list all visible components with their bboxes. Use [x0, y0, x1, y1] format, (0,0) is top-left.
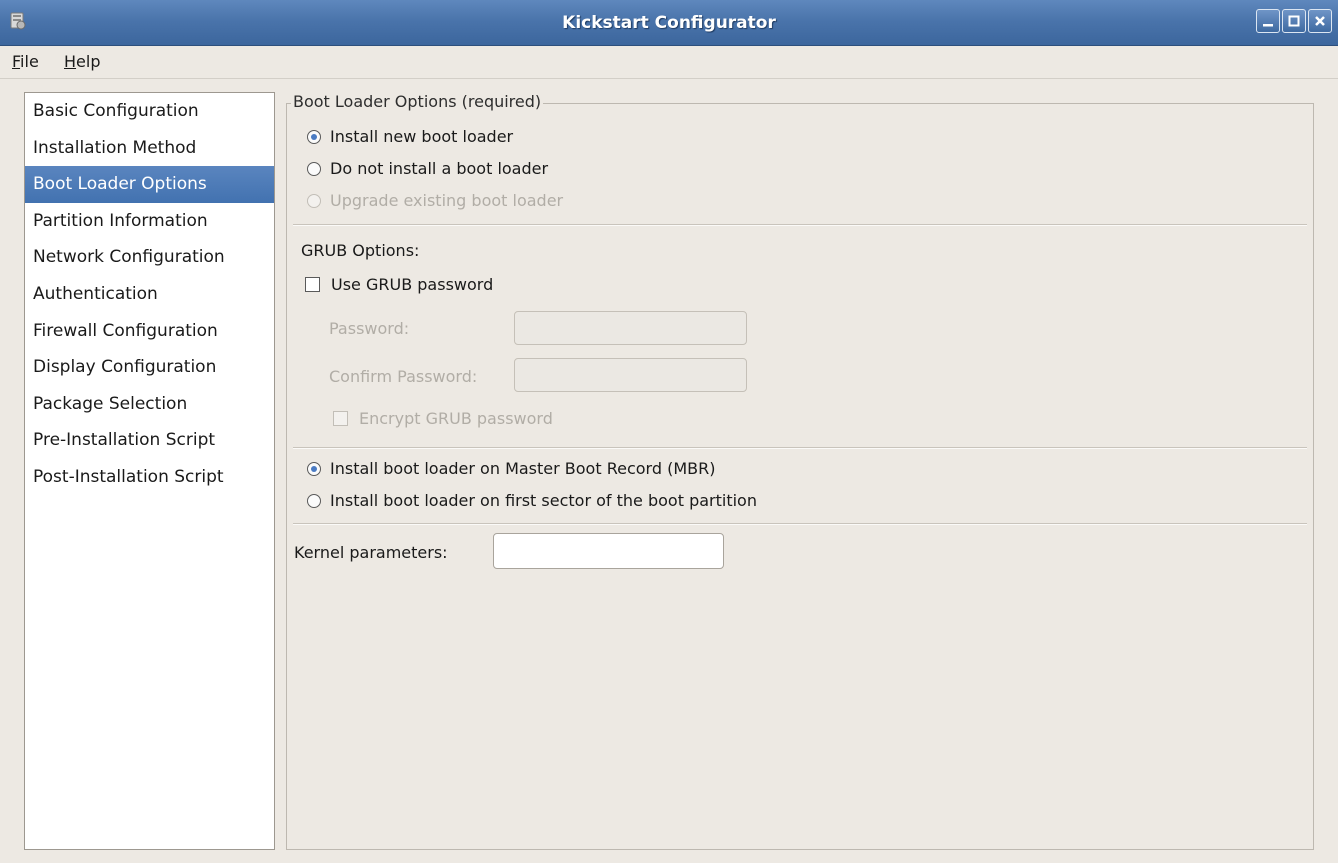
grub-options-heading: GRUB Options: — [301, 241, 420, 260]
maximize-icon — [1288, 15, 1300, 27]
radio-install-mbr-label: Install boot loader on Master Boot Recor… — [330, 459, 716, 478]
encrypt-grub-password-label: Encrypt GRUB password — [359, 409, 553, 428]
menu-help[interactable]: Help — [64, 52, 100, 71]
minimize-button[interactable] — [1256, 9, 1280, 33]
radio-indicator[interactable] — [307, 493, 321, 508]
section-list[interactable]: Basic Configuration Installation Method … — [24, 92, 275, 850]
radio-do-not-install-label: Do not install a boot loader — [330, 159, 549, 178]
radio-upgrade-existing: Upgrade existing boot loader — [307, 191, 563, 210]
sidebar-item-network-configuration[interactable]: Network Configuration — [25, 239, 274, 276]
radio-install-mbr[interactable]: Install boot loader on Master Boot Recor… — [307, 459, 715, 478]
close-icon — [1315, 16, 1325, 26]
kernel-parameters-label: Kernel parameters: — [294, 543, 448, 562]
sidebar-item-firewall-configuration[interactable]: Firewall Configuration — [25, 313, 274, 350]
encrypt-grub-password-checkbox: Encrypt GRUB password — [333, 409, 553, 428]
radio-install-new-label: Install new boot loader — [330, 127, 514, 146]
menu-file-label: ile — [20, 52, 39, 71]
menu-bar: File Help — [0, 46, 1338, 79]
separator — [293, 447, 1307, 449]
maximize-button[interactable] — [1282, 9, 1306, 33]
sidebar-item-basic-configuration[interactable]: Basic Configuration — [25, 93, 274, 130]
sidebar-item-boot-loader-options[interactable]: Boot Loader Options — [25, 166, 274, 203]
radio-install-first-sector[interactable]: Install boot loader on first sector of t… — [307, 491, 757, 510]
sidebar-item-display-configuration[interactable]: Display Configuration — [25, 349, 274, 386]
menu-file-mnemonic: F — [12, 52, 21, 71]
radio-install-first-sector-label: Install boot loader on first sector of t… — [330, 491, 757, 510]
sidebar-item-partition-information[interactable]: Partition Information — [25, 203, 274, 240]
close-button[interactable] — [1308, 9, 1332, 33]
radio-indicator[interactable] — [307, 161, 321, 176]
sidebar-item-authentication[interactable]: Authentication — [25, 276, 274, 313]
use-grub-password-checkbox[interactable]: Use GRUB password — [305, 275, 493, 294]
menu-file[interactable]: File — [12, 52, 39, 71]
sidebar-item-package-selection[interactable]: Package Selection — [25, 386, 274, 423]
radio-do-not-install[interactable]: Do not install a boot loader — [307, 159, 548, 178]
radio-indicator-disabled — [307, 193, 321, 208]
radio-upgrade-existing-label: Upgrade existing boot loader — [330, 191, 564, 210]
menu-help-label: elp — [76, 52, 101, 71]
radio-install-new[interactable]: Install new boot loader — [307, 127, 513, 146]
use-grub-password-label: Use GRUB password — [331, 275, 494, 294]
sidebar-item-installation-method[interactable]: Installation Method — [25, 130, 274, 167]
kernel-parameters-input[interactable] — [493, 533, 724, 569]
password-label: Password: — [329, 319, 410, 338]
checkbox-indicator[interactable] — [305, 277, 320, 292]
window-title: Kickstart Configurator — [562, 13, 776, 33]
minimize-icon — [1263, 24, 1273, 27]
sidebar-item-post-installation-script[interactable]: Post-Installation Script — [25, 459, 274, 496]
radio-indicator-selected[interactable] — [307, 129, 321, 144]
frame-title: Boot Loader Options (required) — [291, 92, 544, 111]
separator — [293, 523, 1307, 525]
confirm-password-label: Confirm Password: — [329, 367, 478, 386]
sidebar-item-pre-installation-script[interactable]: Pre-Installation Script — [25, 422, 274, 459]
checkbox-indicator-disabled — [333, 411, 348, 426]
separator — [293, 224, 1307, 226]
password-field — [514, 311, 747, 345]
menu-help-mnemonic: H — [64, 52, 77, 71]
radio-indicator-selected[interactable] — [307, 461, 321, 476]
confirm-password-field — [514, 358, 747, 392]
title-bar[interactable]: Kickstart Configurator — [0, 0, 1338, 46]
